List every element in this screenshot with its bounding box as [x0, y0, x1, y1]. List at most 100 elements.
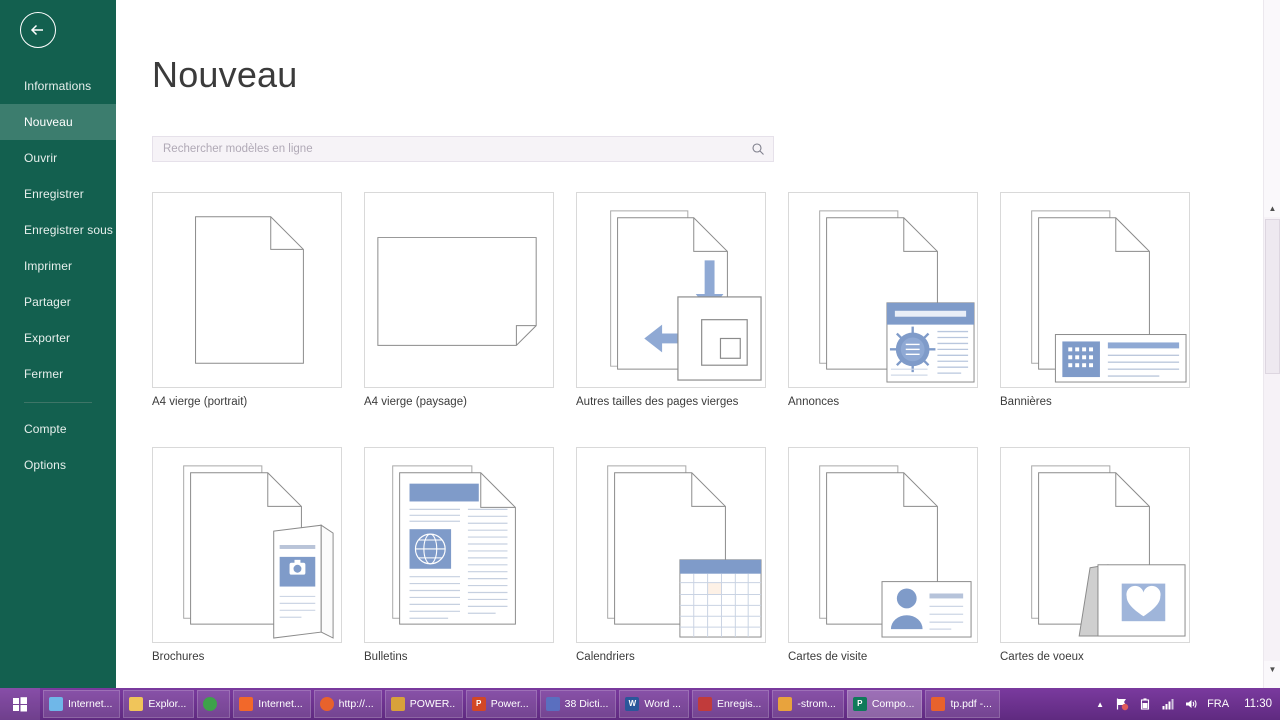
taskbar-item-label: POWER... — [409, 698, 455, 710]
show-hidden-icons-button[interactable]: ▲ — [1096, 700, 1106, 709]
flag-icon[interactable] — [1115, 697, 1129, 711]
taskbar-item-enregistrement[interactable]: Enregis... — [691, 690, 770, 718]
sidebar-divider — [24, 402, 92, 403]
sidebar-item-label: Enregistrer — [24, 187, 84, 201]
document-icon — [390, 697, 405, 711]
template-label: Cartes de visite — [788, 651, 868, 663]
sidebar-item-label: Fermer — [24, 367, 64, 381]
search-templates-bar[interactable] — [152, 136, 774, 162]
template-tile-blank-portrait[interactable]: A4 vierge (portrait) — [152, 192, 348, 447]
taskbar-item-word[interactable]: W Word ... — [619, 690, 689, 718]
sidebar-item-label: Nouveau — [24, 115, 73, 129]
template-tile-newsletters[interactable]: Bulletins — [364, 447, 560, 702]
browser-icon — [239, 697, 254, 711]
template-label: A4 vierge (portrait) — [152, 396, 248, 408]
taskbar-item-label: Internet... — [68, 698, 113, 710]
template-thumbnail[interactable] — [152, 447, 342, 643]
backstage-nav: Informations Nouveau Ouvrir Enregistrer … — [0, 68, 116, 483]
language-indicator[interactable]: FRA — [1207, 698, 1229, 710]
taskbar-item-label: http://... — [338, 698, 374, 710]
sidebar-item-informations[interactable]: Informations — [0, 68, 116, 104]
template-thumbnail[interactable] — [1000, 192, 1190, 388]
sidebar-item-label: Informations — [24, 79, 92, 93]
taskbar: Internet... Explor... Internet... http:/… — [0, 688, 1280, 720]
volume-icon[interactable] — [1184, 697, 1198, 711]
template-thumbnail[interactable] — [364, 192, 554, 388]
banners-icon — [1031, 210, 1187, 383]
dictionary-icon — [545, 697, 560, 711]
taskbar-item-dictionary[interactable]: 38 Dicti... — [539, 690, 617, 718]
template-tile-brochures[interactable]: Brochures — [152, 447, 348, 702]
calendars-icon — [607, 465, 762, 638]
template-tile-ads[interactable]: Annonces — [788, 192, 984, 447]
taskbar-item-label: 38 Dicti... — [564, 698, 609, 710]
template-thumbnail[interactable] — [576, 192, 766, 388]
back-button[interactable] — [20, 12, 56, 48]
taskbar-item-vlc[interactable]: -strom... — [772, 690, 844, 718]
sidebar-item-enregistrer[interactable]: Enregistrer — [0, 176, 116, 212]
ads-icon — [819, 210, 975, 383]
sidebar-item-nouveau[interactable]: Nouveau — [0, 104, 116, 140]
scroll-down-button[interactable]: ▼ — [1264, 661, 1280, 678]
taskbar-item-label: Word ... — [644, 698, 681, 710]
sidebar-item-imprimer[interactable]: Imprimer — [0, 248, 116, 284]
blank-portrait-icon — [195, 216, 304, 364]
sidebar-item-label: Partager — [24, 295, 71, 309]
sidebar-item-options[interactable]: Options — [0, 447, 116, 483]
taskbar-item-firefox[interactable]: http://... — [313, 690, 382, 718]
template-thumbnail[interactable] — [576, 447, 766, 643]
template-tile-calendars[interactable]: Calendriers — [576, 447, 772, 702]
template-thumbnail[interactable] — [152, 192, 342, 388]
sidebar-item-fermer[interactable]: Fermer — [0, 356, 116, 392]
vertical-scrollbar[interactable]: ▲ ▼ — [1263, 0, 1280, 688]
network-icon[interactable] — [1161, 697, 1175, 711]
clock[interactable]: 11:30 — [1238, 698, 1272, 710]
taskbar-item-pdf[interactable]: tp.pdf -... — [925, 690, 1000, 718]
template-tile-business-cards[interactable]: Cartes de visite — [788, 447, 984, 702]
search-icon[interactable] — [743, 142, 773, 156]
sidebar-item-partager[interactable]: Partager — [0, 284, 116, 320]
sidebar-item-label: Enregistrer sous — [24, 223, 113, 237]
template-tile-blank-landscape[interactable]: A4 vierge (paysage) — [364, 192, 560, 447]
page-title: Nouveau — [152, 54, 298, 95]
template-tile-greeting-cards[interactable]: Cartes de voeux — [1000, 447, 1196, 702]
scrollbar-thumb[interactable] — [1265, 219, 1280, 374]
scroll-up-button[interactable]: ▲ — [1264, 200, 1280, 217]
template-thumbnail[interactable] — [788, 447, 978, 643]
back-arrow-icon — [30, 24, 43, 36]
vlc-cone-icon — [778, 697, 793, 711]
search-input[interactable] — [153, 137, 743, 161]
taskbar-item-explorer[interactable]: Explor... — [123, 690, 195, 718]
sidebar-item-ouvrir[interactable]: Ouvrir — [0, 140, 116, 176]
template-tile-banners[interactable]: Bannières — [1000, 192, 1196, 447]
taskbar-item-internet[interactable]: Internet... — [233, 690, 311, 718]
taskbar-item-label: Internet... — [258, 698, 303, 710]
sidebar-item-enregistrer-sous[interactable]: Enregistrer sous — [0, 212, 116, 248]
template-thumbnail[interactable] — [1000, 447, 1190, 643]
pdf-icon — [931, 697, 946, 711]
battery-icon[interactable] — [1138, 697, 1152, 711]
recorder-icon — [697, 697, 712, 711]
blank-landscape-icon — [377, 237, 537, 346]
taskbar-item-chrome[interactable] — [197, 690, 231, 718]
start-button[interactable] — [0, 688, 40, 720]
chrome-icon — [203, 697, 218, 711]
taskbar-item-label: -strom... — [797, 698, 836, 710]
taskbar-item-label: Power... — [490, 698, 529, 710]
sidebar-item-label: Exporter — [24, 331, 71, 345]
greeting-cards-icon — [1031, 465, 1186, 637]
taskbar-item-internet-explorer[interactable]: Internet... — [43, 690, 121, 718]
taskbar-item-powerpoint[interactable]: P Power... — [465, 690, 537, 718]
template-tile-other-sizes[interactable]: Autres tailles des pages vierges — [576, 192, 772, 447]
other-sizes-icon — [610, 210, 762, 381]
template-thumbnail[interactable] — [788, 192, 978, 388]
business-cards-icon — [819, 465, 972, 638]
sidebar-item-exporter[interactable]: Exporter — [0, 320, 116, 356]
taskbar-item-powerpoint-file[interactable]: POWER... — [384, 690, 463, 718]
taskbar-item-publisher[interactable]: P Compo... — [846, 690, 923, 718]
word-icon: W — [625, 697, 640, 711]
newsletters-icon — [392, 465, 516, 625]
template-thumbnail[interactable] — [364, 447, 554, 643]
sidebar-item-compte[interactable]: Compte — [0, 411, 116, 447]
chevron-up-icon: ▲ — [1268, 204, 1277, 213]
